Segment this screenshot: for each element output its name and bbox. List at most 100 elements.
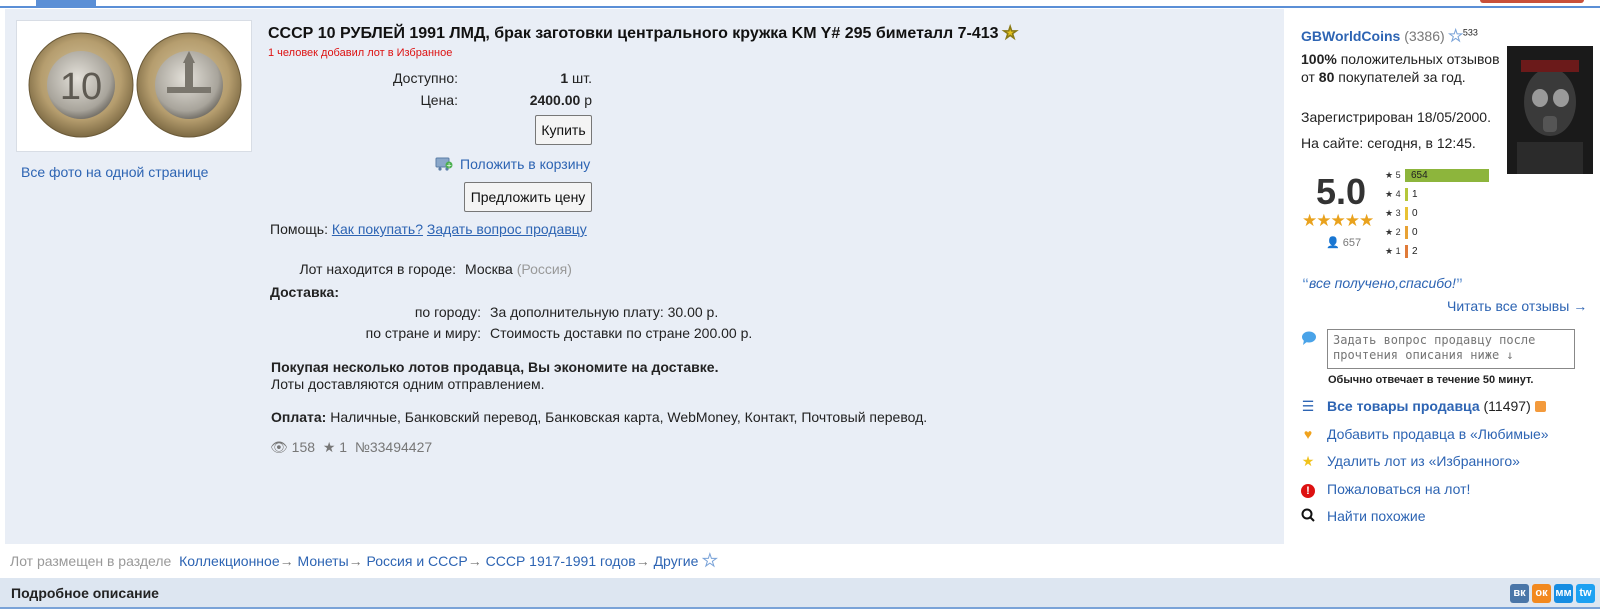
city-label: Лот находится в городе:: [299, 261, 456, 277]
rating-row-bar[interactable]: 0: [1405, 226, 1489, 239]
offer-price-button[interactable]: Предложить цену: [464, 182, 592, 212]
lot-photo[interactable]: 10: [16, 20, 252, 152]
views-count: 158: [291, 439, 316, 455]
breadcrumb-item-other[interactable]: Другие: [654, 553, 699, 569]
stars-count: 1: [339, 439, 348, 455]
rating-distribution: ★ 5 654 ★ 4 1 ★ 3 0 ★ 2 0 ★ 1 2: [1385, 169, 1495, 261]
delivery-heading: Доставка:: [270, 284, 340, 300]
combined-shipping-heading: Покупая несколько лотов продавца, Вы эко…: [271, 359, 719, 375]
star-filled-icon: ★: [1301, 453, 1315, 469]
available-label: Доступно:: [393, 70, 458, 86]
delivery-world-label: по стране и миру:: [365, 325, 481, 341]
mailru-share-icon[interactable]: мм: [1554, 584, 1573, 603]
delivery-world-value: Стоимость доставки по стране 200.00 р.: [490, 325, 753, 341]
favorites-note: 1 человек добавил лот в Избранное: [268, 47, 453, 59]
heart-icon: ♥: [1303, 426, 1313, 442]
ask-seller-textarea[interactable]: [1327, 329, 1575, 369]
top-nav-strip: [0, 0, 1600, 8]
vk-share-icon[interactable]: вк: [1510, 584, 1529, 603]
search-icon: [1300, 508, 1316, 524]
seller-star-icon[interactable]: ★: [1448, 28, 1463, 46]
twitter-share-icon[interactable]: tw: [1576, 584, 1595, 603]
seller-avatar[interactable]: [1507, 46, 1593, 174]
lot-stats: 👁 158 ★ 1 №33494427: [270, 439, 432, 456]
lot-number: №33494427: [354, 439, 433, 455]
report-lot-link[interactable]: Пожаловаться на лот!: [1327, 481, 1470, 497]
breadcrumb-star-icon[interactable]: ★: [702, 551, 718, 571]
ask-seller-link[interactable]: Задать вопрос продавцу: [427, 221, 587, 237]
header-action-button[interactable]: [1480, 0, 1584, 3]
buy-button[interactable]: Купить: [535, 115, 592, 145]
avatar-image: [1507, 46, 1593, 174]
add-to-cart-link[interactable]: Положить в корзину: [460, 156, 590, 172]
add-favorite-seller-link[interactable]: Добавить продавца в «Любимые»: [1327, 426, 1549, 442]
rating-row-label: ★ 3: [1385, 208, 1401, 218]
coin-photo-image: 10: [28, 32, 242, 138]
rating-row-bar[interactable]: 654: [1405, 169, 1489, 182]
star-icon: ★: [322, 439, 336, 455]
combined-shipping-text: Лоты доставляются одним отправлением.: [271, 376, 545, 392]
svg-text:+: +: [446, 162, 452, 170]
seller-online: На сайте: сегодня, в 12:45.: [1301, 135, 1476, 151]
description-heading: Подробное описание: [11, 585, 159, 601]
delivery-city-label: по городу:: [414, 304, 481, 320]
favorite-star-icon[interactable]: ★: [1002, 25, 1017, 43]
seller-score-stars-icon: ★★★★★: [1302, 211, 1374, 230]
rating-row-bar[interactable]: 1: [1405, 188, 1489, 201]
how-to-buy-link[interactable]: Как покупать?: [332, 221, 423, 237]
seller-registered: Зарегистрирован 18/05/2000.: [1301, 109, 1491, 125]
description-header-bar: Подробное описание: [0, 578, 1600, 609]
all-items-row: Все товары продавца (11497): [1327, 398, 1546, 414]
breadcrumb: Лот размещен в разделе Коллекционное→ Мо…: [10, 551, 718, 571]
rating-row-value: 0: [1412, 208, 1418, 219]
rating-row-bar[interactable]: 2: [1405, 245, 1489, 258]
rating-row-label: ★ 4: [1385, 189, 1401, 199]
rating-row-label: ★ 5: [1385, 170, 1401, 180]
all-photos-link[interactable]: Все фото на одной странице: [21, 164, 208, 180]
breadcrumb-item-collectibles[interactable]: Коллекционное: [179, 553, 280, 569]
svg-text:10: 10: [60, 66, 102, 108]
delivery-city-value: За дополнительную плату: 30.00 р.: [490, 304, 719, 320]
seller-score: 5.0: [1316, 171, 1367, 212]
rating-row-label: ★ 1: [1385, 246, 1401, 256]
response-time: Обычно отвечает в течение 50 минут.: [1328, 374, 1534, 386]
rating-row-fill: [1405, 245, 1408, 258]
seller-name-link[interactable]: GBWorldCoins: [1301, 28, 1400, 44]
help-label: Помощь:: [270, 221, 328, 237]
rating-row-value: 1: [1412, 189, 1418, 200]
seller-feedback-summary: 100% положительных отзывов от 80 покупат…: [1301, 51, 1500, 85]
breadcrumb-label: Лот размещен в разделе: [10, 553, 172, 569]
rating-row-value: 654: [1411, 170, 1428, 181]
find-similar-link[interactable]: Найти похожие: [1327, 508, 1426, 524]
rating-row-label: ★ 2: [1385, 227, 1401, 237]
available-value: 1 шт.: [560, 70, 592, 86]
rss-icon[interactable]: [1534, 401, 1546, 412]
chat-bubble-icon: [1301, 331, 1317, 345]
breadcrumb-item-coins[interactable]: Монеты: [298, 553, 349, 569]
nav-divider: [0, 6, 1600, 8]
list-icon: ☰: [1301, 398, 1315, 414]
read-all-reviews-link[interactable]: Читать все отзывы →: [1447, 298, 1587, 314]
rating-row-value: 0: [1412, 227, 1418, 238]
help-row: Помощь: Как покупать? Задать вопрос прод…: [270, 221, 587, 237]
rating-row-value: 2: [1412, 246, 1418, 257]
seller-quote: “все получено,спасибо!”: [1302, 275, 1463, 291]
breadcrumb-item-ussr-1917-1991[interactable]: СССР 1917-1991 годов: [486, 553, 636, 569]
price-value: 2400.00 р: [529, 92, 592, 108]
user-icon: 👤: [1326, 237, 1340, 249]
city-value: Москва (Россия): [465, 261, 572, 277]
payment-row: Оплата: Наличные, Банковский перевод, Ба…: [271, 409, 928, 425]
warning-icon: !: [1300, 481, 1316, 498]
seller-star-badge: 533: [1462, 27, 1478, 38]
lot-title: СССР 10 РУБЛЕЙ 1991 ЛМД, брак заготовки …: [268, 25, 1018, 43]
rating-row-fill: [1405, 207, 1408, 220]
rating-row-fill: [1405, 226, 1408, 239]
breadcrumb-item-russia-ussr[interactable]: Россия и СССР: [367, 553, 468, 569]
cart-icon: +: [435, 155, 453, 171]
rating-row-bar[interactable]: 0: [1405, 207, 1489, 220]
remove-from-favorites-link[interactable]: Удалить лот из «Избранного»: [1327, 453, 1520, 469]
seller-rating-count: (3386): [1404, 28, 1445, 44]
views-icon: 👁: [270, 439, 288, 455]
ok-share-icon[interactable]: ок: [1532, 584, 1551, 603]
all-items-link[interactable]: Все товары продавца: [1327, 398, 1480, 414]
